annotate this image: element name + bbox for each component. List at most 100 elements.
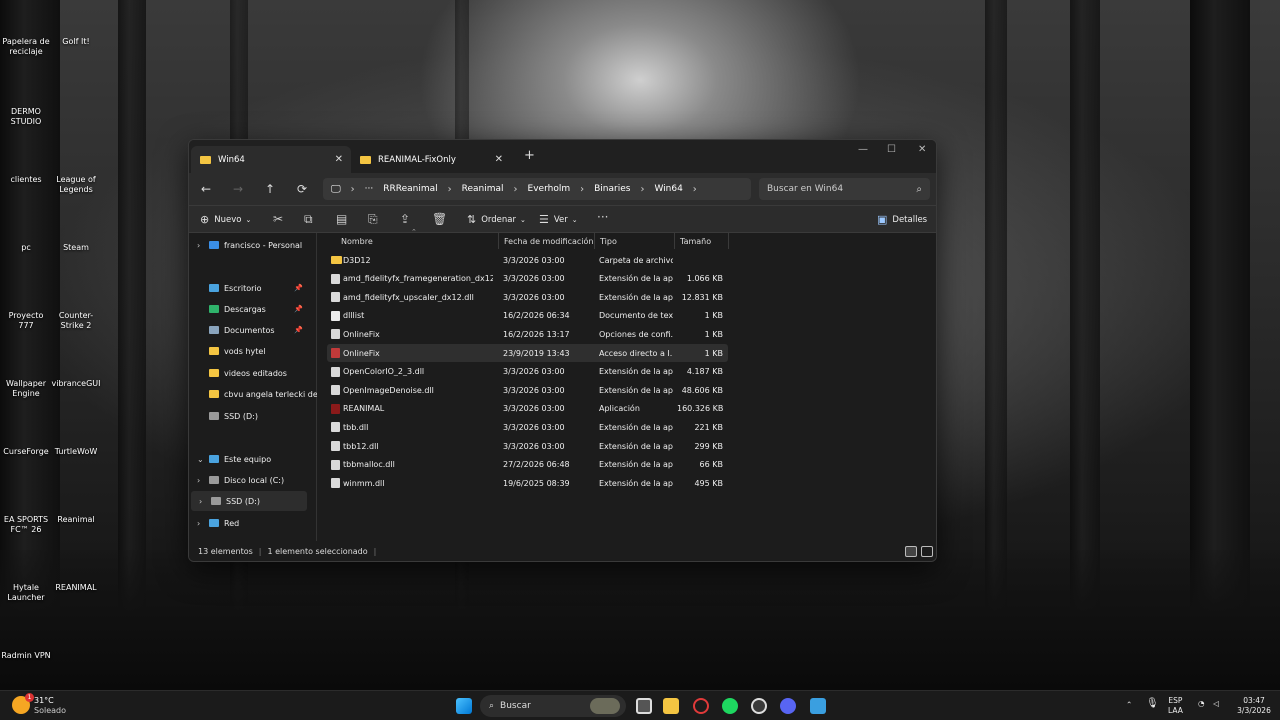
sort-button[interactable]: ⇅ Ordenar ⌄: [467, 213, 526, 226]
tiles-view-toggle[interactable]: [921, 546, 933, 557]
chevron-icon[interactable]: ›: [197, 241, 209, 250]
steam-icon[interactable]: [751, 698, 767, 714]
maximize-button[interactable]: ☐: [887, 144, 896, 155]
file-row[interactable]: tbb12.dll 3/3/2026 03:00 Extensión de la a…: [327, 437, 728, 455]
close-window-button[interactable]: ✕: [918, 144, 926, 155]
desktop-icon[interactable]: REANIMAL: [50, 550, 102, 593]
file-explorer-icon[interactable]: [663, 698, 679, 714]
volume-icon[interactable]: ◁: [1213, 699, 1219, 709]
minimize-button[interactable]: —: [858, 144, 868, 155]
tab-reanimal-fixonly[interactable]: REANIMAL-FixOnly ✕: [351, 146, 511, 173]
chevron-icon[interactable]: ›: [197, 519, 209, 528]
taskbar-search[interactable]: ⌕ Buscar: [480, 695, 626, 717]
close-tab-icon[interactable]: ✕: [495, 154, 503, 165]
file-row[interactable]: OnlineFix 23/9/2019 13:43 Acceso directo a…: [327, 344, 728, 362]
desktop-icon[interactable]: Proyecto 777: [0, 278, 52, 331]
copy-icon[interactable]: ⧉: [304, 212, 313, 227]
refresh-button[interactable]: ⟳: [297, 182, 307, 196]
new-button[interactable]: ⊕ Nuevo ⌄: [200, 213, 251, 226]
address-bar[interactable]: 🖵 › ··· RRReanimal › Reanimal › Everholm…: [323, 178, 751, 200]
sidebar-item[interactable]: Documentos 📌: [189, 320, 317, 340]
start-button[interactable]: [456, 698, 472, 714]
desktop-icon[interactable]: DERMO STUDIO: [0, 74, 52, 127]
desktop-icon[interactable]: Counter-Strike 2: [50, 278, 102, 331]
column-header-type[interactable]: Tipo: [595, 233, 675, 249]
breadcrumb-binaries[interactable]: Binaries: [594, 184, 630, 194]
chevron-icon[interactable]: ›: [199, 497, 211, 506]
chevron-icon[interactable]: ›: [197, 476, 209, 485]
desktop-icon[interactable]: Papelera de reciclaje: [0, 4, 52, 57]
opera-gx-icon[interactable]: [693, 698, 709, 714]
desktop-icon[interactable]: Golf It!: [50, 4, 102, 47]
breadcrumb-win64[interactable]: Win64: [654, 184, 682, 194]
sidebar-item[interactable]: Descargas 📌: [189, 299, 317, 319]
column-header-name[interactable]: Nombre ⌃: [333, 228, 499, 249]
file-row[interactable]: OpenColorIO_2_3.dll 3/3/2026 03:00 Extensi…: [327, 363, 728, 381]
sidebar-item[interactable]: vods hytel: [189, 341, 317, 361]
file-row[interactable]: OpenImageDenoise.dll 3/3/2026 03:00 Extens…: [327, 381, 728, 399]
desktop-icon[interactable]: clientes: [0, 142, 52, 185]
breadcrumb-reanimal[interactable]: Reanimal: [462, 184, 504, 194]
clock[interactable]: 03:47 3/3/2026: [1232, 696, 1276, 716]
file-row[interactable]: tbbmalloc.dll 27/2/2026 06:48 Extensión de…: [327, 456, 728, 474]
spotify-icon[interactable]: [722, 698, 738, 714]
new-tab-button[interactable]: +: [524, 148, 535, 163]
paste-icon[interactable]: ▤: [336, 212, 347, 226]
view-button[interactable]: ☰ Ver ⌄: [539, 213, 578, 226]
sidebar-item[interactable]: cbvu angela terlecki de: [189, 384, 317, 404]
back-button[interactable]: ←: [201, 182, 211, 196]
wifi-icon[interactable]: ◔: [1198, 699, 1205, 709]
show-hidden-icons[interactable]: ⌃: [1126, 700, 1132, 710]
rename-icon[interactable]: ⎘: [368, 212, 378, 227]
cut-icon[interactable]: ✂: [273, 212, 283, 226]
sidebar-item[interactable]: SSD (D:): [189, 406, 317, 426]
sidebar-item[interactable]: ⌄ Este equipo: [189, 449, 317, 469]
file-row[interactable]: OnlineFix 16/2/2026 13:17 Opciones de conf…: [327, 325, 728, 343]
tab-win64[interactable]: Win64 ✕: [191, 146, 351, 173]
discord-icon[interactable]: [780, 698, 796, 714]
sidebar-item[interactable]: Escritorio 📌: [189, 278, 317, 298]
file-row[interactable]: amd_fidelityfx_framegeneration_dx12.dll 3…: [327, 270, 728, 288]
desktop-icon[interactable]: Wallpaper Engine: [0, 346, 52, 399]
desktop-icon[interactable]: CurseForge: [0, 414, 52, 457]
search-input[interactable]: Buscar en Win64 ⌕: [759, 178, 930, 200]
column-header-size[interactable]: Tamaño: [675, 233, 729, 249]
language-indicator[interactable]: ESP LAA: [1168, 696, 1183, 716]
file-row[interactable]: amd_fidelityfx_upscaler_dx12.dll 3/3/2026…: [327, 288, 728, 306]
column-header-date[interactable]: Fecha de modificación: [499, 233, 595, 249]
forward-button[interactable]: →: [233, 182, 243, 196]
file-row[interactable]: tbb.dll 3/3/2026 03:00 Extensión de la apl…: [327, 418, 728, 436]
sidebar-item[interactable]: › francisco - Personal: [189, 235, 317, 255]
file-row[interactable]: REANIMAL 3/3/2026 03:00 Aplicación 160.326 …: [327, 400, 728, 418]
task-view-icon[interactable]: [636, 698, 652, 714]
details-view-toggle[interactable]: [905, 546, 917, 557]
desktop-icon[interactable]: EA SPORTS FC™ 26: [0, 482, 52, 535]
desktop-icon[interactable]: TurtleWoW: [50, 414, 102, 457]
close-tab-icon[interactable]: ✕: [335, 154, 343, 165]
desktop-icon[interactable]: Reanimal: [50, 482, 102, 525]
sidebar-item[interactable]: › Red: [189, 513, 317, 533]
microphone-icon[interactable]: 🎙: [1146, 699, 1159, 709]
details-button[interactable]: ▣ Detalles: [877, 213, 927, 226]
sidebar-item[interactable]: videos editados: [189, 363, 317, 383]
delete-icon[interactable]: 🗑: [432, 212, 447, 226]
breadcrumb-more[interactable]: ···: [365, 184, 374, 194]
more-options-button[interactable]: ···: [597, 210, 608, 224]
chevron-icon[interactable]: ⌄: [197, 455, 209, 464]
desktop-icon[interactable]: Hytale Launcher: [0, 550, 52, 603]
desktop-icon[interactable]: Radmin VPN: [0, 618, 52, 661]
file-row[interactable]: dlllist 16/2/2026 06:34 Documento de tex..…: [327, 307, 728, 325]
file-row[interactable]: D3D12 3/3/2026 03:00 Carpeta de archivos: [327, 251, 728, 269]
file-row[interactable]: winmm.dll 19/6/2025 08:39 Extensión de la …: [327, 474, 728, 492]
photos-icon[interactable]: [810, 698, 826, 714]
share-icon[interactable]: ⇪: [400, 212, 410, 226]
breadcrumb-everholm[interactable]: Everholm: [528, 184, 571, 194]
sidebar-item[interactable]: › SSD (D:): [191, 491, 307, 511]
up-button[interactable]: ↑: [265, 182, 275, 196]
desktop-icon[interactable]: vibranceGUI: [50, 346, 102, 389]
desktop-icon[interactable]: Steam: [50, 210, 102, 253]
breadcrumb-rrreanimal[interactable]: RRReanimal: [383, 184, 437, 194]
sidebar-item[interactable]: › Disco local (C:): [189, 470, 317, 490]
desktop-icon[interactable]: League of Legends: [50, 142, 102, 195]
desktop-icon[interactable]: pc: [0, 210, 52, 253]
